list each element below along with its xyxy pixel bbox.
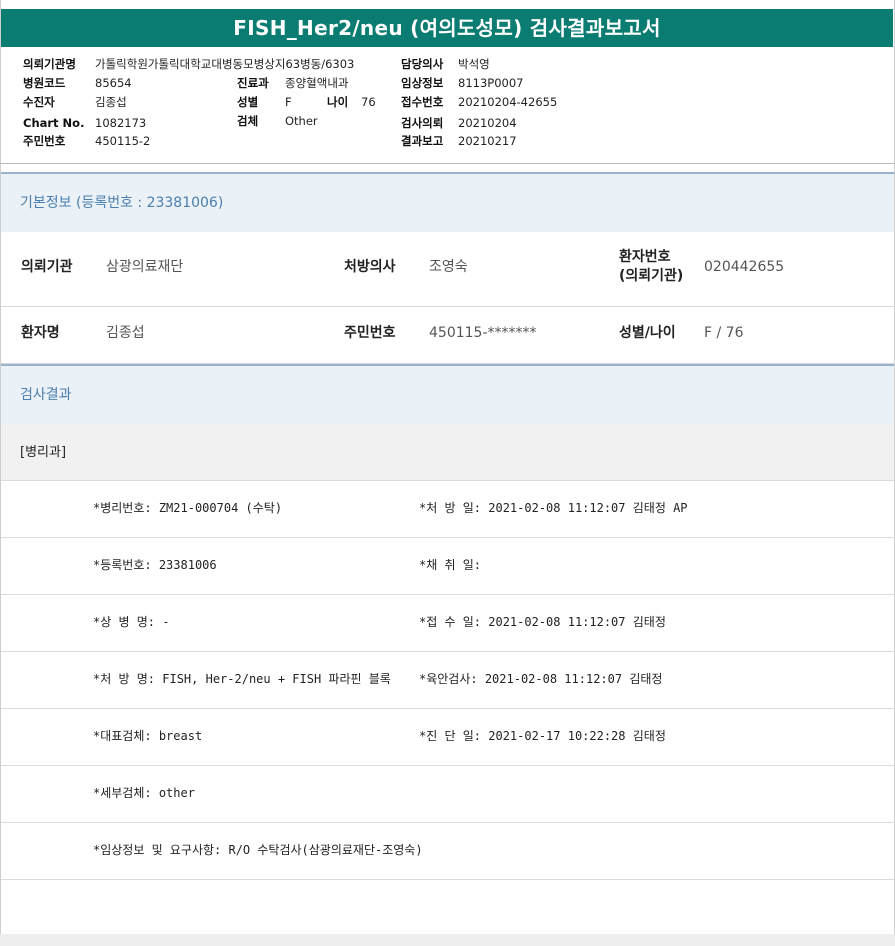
- result-right: *육안검사: 2021-02-08 11:12:07 김태정: [419, 672, 663, 686]
- department-row: [병리과]: [1, 425, 894, 481]
- result-right: *진 단 일: 2021-02-17 10:22:28 김태정: [419, 729, 666, 743]
- result-left: *병리번호: ZM21-000704 (수탁): [93, 501, 283, 515]
- header-value: 20210217: [458, 134, 517, 148]
- header-label: 의뢰기관명: [23, 57, 76, 71]
- header-value: F: [285, 95, 292, 109]
- header-item-specimen: 검체 Other: [237, 114, 318, 128]
- header-item-patient: 수진자 김종섭: [23, 95, 127, 109]
- header-item-resident-no: 주민번호 450115-2: [23, 134, 150, 148]
- result-left: *임상정보 및 요구사항: R/O 수탁검사(삼광의료재단-조영숙): [93, 843, 423, 857]
- basic-info-title: 기본정보: [20, 195, 72, 211]
- results-heading: 검사결과: [1, 364, 894, 425]
- result-left: *대표검체: breast: [93, 729, 203, 743]
- header-label: 담당의사: [401, 57, 444, 71]
- registration-number: (등록번호 : 23381006): [75, 195, 224, 211]
- basic-info-row-2: 환자명 김종섭 주민번호 450115-******* 성별/나이 F / 76: [1, 307, 894, 364]
- header-value: 76: [361, 95, 376, 109]
- prescribing-doctor-label: 처방의사: [344, 259, 396, 275]
- header-label: 임상정보: [401, 76, 444, 90]
- header-label: 성별: [237, 95, 259, 109]
- header-value: Other: [285, 114, 318, 128]
- sex-age-value: F / 76: [704, 325, 744, 341]
- result-right: *채 취 일:: [419, 558, 482, 572]
- header-item-request-date: 검사의뢰 20210204: [401, 116, 517, 130]
- requesting-institution-label: 의뢰기관: [21, 259, 73, 275]
- header-value: 1082173: [95, 116, 147, 130]
- header-item-department: 진료과 종양혈액내과: [237, 76, 348, 90]
- result-row: *병리번호: ZM21-000704 (수탁) *처 방 일: 2021-02-…: [1, 481, 894, 538]
- prescribing-doctor-value: 조영숙: [429, 259, 468, 275]
- requesting-institution-value: 삼광의료재단: [106, 259, 184, 275]
- result-row: *임상정보 및 요구사항: R/O 수탁검사(삼광의료재단-조영숙): [1, 823, 894, 880]
- header-item-chart-no: Chart No. 1082173: [23, 116, 146, 130]
- result-row: *등록번호: 23381006 *채 취 일:: [1, 538, 894, 595]
- result-left: *상 병 명: -: [93, 615, 170, 629]
- result-row: *세부검체: other: [1, 766, 894, 823]
- header-value: 20210204-42655: [458, 95, 558, 109]
- header-label: 접수번호: [401, 95, 444, 109]
- header-item-institution: 의뢰기관명 가톨릭학원가톨릭대학교대병동모병상지63병동/6303: [23, 57, 354, 71]
- header-label: 수진자: [23, 95, 55, 109]
- bottom-scroll-area[interactable]: [0, 934, 895, 946]
- result-right: *처 방 일: 2021-02-08 11:12:07 김태정 AP: [419, 501, 688, 515]
- result-row: *대표검체: breast *진 단 일: 2021-02-17 10:22:2…: [1, 709, 894, 766]
- results-title: 검사결과: [20, 387, 72, 403]
- result-left: *등록번호: 23381006: [93, 558, 217, 572]
- header-value: 450115-2: [95, 134, 151, 148]
- header-label: 병원코드: [23, 76, 66, 90]
- patient-name-label: 환자명: [21, 325, 60, 341]
- header-label: 진료과: [237, 76, 269, 90]
- patient-number-value: 020442655: [704, 259, 785, 275]
- header-value: 김종섭: [95, 95, 127, 109]
- header-label: 나이: [327, 95, 349, 109]
- header-value: 가톨릭학원가톨릭대학교대병동모병상지63병동/6303: [95, 57, 355, 71]
- patient-name-value: 김종섭: [106, 325, 145, 341]
- header-divider: [0, 163, 895, 164]
- header-label: 결과보고: [401, 134, 444, 148]
- header-item-report-date: 결과보고 20210217: [401, 134, 517, 148]
- header-label: 검사의뢰: [401, 116, 444, 130]
- header-item-doctor: 담당의사 박석영: [401, 57, 490, 71]
- header-label: Chart No.: [23, 116, 85, 130]
- result-left: *세부검체: other: [93, 786, 195, 800]
- header-item-receipt-no: 접수번호 20210204-42655: [401, 95, 557, 109]
- resident-number-label: 주민번호: [344, 325, 396, 341]
- patient-number-label: 환자번호: [619, 249, 671, 265]
- header-item-sex: 성별 F: [237, 95, 292, 109]
- header-value: 85654: [95, 76, 132, 90]
- result-row: *처 방 명: FISH, Her-2/neu + FISH 파라핀 블록 *육…: [1, 652, 894, 709]
- header-item-hospital-code: 병원코드 85654: [23, 76, 132, 90]
- result-left: *처 방 명: FISH, Her-2/neu + FISH 파라핀 블록: [93, 672, 391, 686]
- header-item-age: 나이 76: [327, 95, 376, 109]
- header-label: 주민번호: [23, 134, 66, 148]
- basic-info-row-1: 의뢰기관 삼광의료재단 처방의사 조영숙 환자번호 (의뢰기관) 0204426…: [1, 232, 894, 307]
- header-value: 8113P0007: [458, 76, 524, 90]
- resident-number-value: 450115-*******: [429, 325, 537, 341]
- header-item-clinical-info: 임상정보 8113P0007: [401, 76, 523, 90]
- result-row: *상 병 명: - *접 수 일: 2021-02-08 11:12:07 김태…: [1, 595, 894, 652]
- sex-age-label: 성별/나이: [619, 325, 676, 341]
- header-value: 20210204: [458, 116, 517, 130]
- header-label: 검체: [237, 114, 259, 128]
- result-right: *접 수 일: 2021-02-08 11:12:07 김태정: [419, 615, 666, 629]
- header-value: 박석영: [458, 57, 490, 71]
- header-value: 종양혈액내과: [285, 76, 349, 90]
- report-title: FISH_Her2/neu (여의도성모) 검사결과보고서: [1, 9, 893, 47]
- basic-info-heading: 기본정보 (등록번호 : 23381006): [1, 172, 894, 232]
- patient-number-sublabel: (의뢰기관): [619, 268, 684, 284]
